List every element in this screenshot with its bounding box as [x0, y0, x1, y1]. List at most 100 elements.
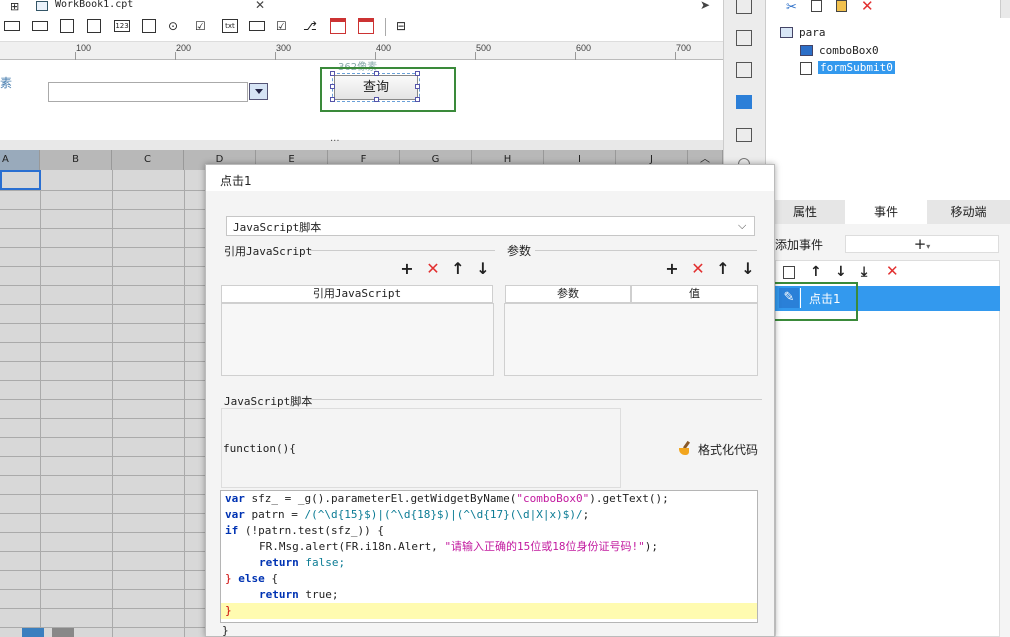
tree-widget-icon[interactable]: ⎇ — [303, 19, 319, 33]
parameter-pane: 素 362像素 查询 — [0, 60, 723, 140]
tree-item-formsubmit[interactable]: formSubmit0 — [818, 61, 895, 74]
right-toolstrip — [723, 0, 765, 170]
script-type-select[interactable]: JavaScript脚本 ⌵ — [226, 216, 755, 236]
combobox-icon[interactable] — [736, 95, 752, 109]
layout-icon[interactable] — [736, 0, 752, 14]
param-column-header[interactable]: 参数 — [505, 285, 631, 303]
combobox-dropdown-icon[interactable] — [249, 83, 268, 100]
code-text: ).getText(); — [589, 492, 669, 505]
tree-scrollbar[interactable] — [1000, 0, 1010, 18]
copy-event-icon[interactable] — [783, 266, 795, 279]
more-widgets-icon[interactable]: ⊟ — [396, 19, 412, 33]
add-event-button[interactable]: +▾ — [845, 235, 999, 253]
params-label: 参数 — [507, 244, 532, 258]
number-widget-icon[interactable]: 123 — [114, 20, 130, 32]
tab-attributes[interactable]: 属性 — [765, 200, 845, 224]
column-header[interactable]: C — [112, 150, 184, 170]
chevron-down-icon: ⌵ — [738, 219, 747, 232]
dialog-titlebar — [206, 165, 774, 191]
code-value: true; — [298, 588, 339, 601]
code-text: (!patrn.test(sfz_)) { — [238, 524, 384, 537]
param-down-icon[interactable]: ↓ — [740, 261, 756, 277]
move-down-icon[interactable]: ↓ — [835, 264, 847, 280]
move-bottom-icon[interactable]: ⤓ — [861, 264, 867, 280]
selected-cell[interactable] — [0, 170, 41, 190]
add-param-icon[interactable]: + — [664, 261, 680, 277]
grid-column-line — [112, 170, 113, 637]
code-text: FR.Msg.alert(FR.i18n.Alert, — [259, 540, 445, 553]
copy-icon[interactable] — [811, 0, 822, 12]
ref-js-table[interactable] — [221, 303, 494, 376]
format-code-button[interactable]: 格式化代码 — [698, 441, 758, 458]
combobox-tree-icon — [800, 45, 813, 56]
tab-mobile[interactable]: 移动端 — [927, 200, 1010, 224]
script-type-value: JavaScript脚本 — [233, 221, 322, 234]
cut-icon[interactable]: ✂ — [786, 0, 797, 15]
code-keyword: else — [238, 572, 265, 585]
tab-events[interactable]: 事件 — [845, 200, 927, 224]
param-table[interactable] — [504, 303, 758, 376]
label-widget-icon[interactable]: txt — [222, 19, 238, 33]
date-widget-icon[interactable] — [60, 19, 74, 33]
code-keyword: if — [225, 524, 239, 537]
code-string: "请输入正确的15位或18位身份证号码!" — [444, 540, 645, 553]
code-brace: } — [225, 604, 232, 617]
code-string: "comboBox0" — [516, 492, 590, 505]
grid-column-line — [40, 170, 41, 637]
delete-param-icon[interactable]: ✕ — [690, 261, 706, 277]
broom-icon[interactable] — [679, 440, 693, 456]
tree-root-label[interactable]: para — [799, 26, 826, 39]
calendar-icon[interactable] — [330, 18, 346, 34]
button-widget-icon[interactable] — [249, 21, 265, 31]
script-section-label: JavaScript脚本 — [224, 395, 313, 408]
value-column-header[interactable]: 值 — [631, 285, 758, 303]
checkbox-icon[interactable]: ☑ — [276, 19, 290, 33]
close-tab-icon[interactable]: ✕ — [255, 0, 265, 12]
calendar-range-icon[interactable] — [358, 18, 374, 34]
property-tabs: 属性 事件 移动端 — [765, 200, 1010, 224]
combobox-input[interactable] — [48, 82, 248, 102]
paste-icon[interactable] — [836, 0, 847, 12]
code-keyword: return — [259, 556, 299, 569]
checkbox-group-icon[interactable]: ☑ — [195, 19, 209, 33]
edit-icon[interactable]: ✎ — [779, 288, 799, 308]
delete-event-icon[interactable]: ✕ — [886, 262, 899, 280]
column-header[interactable]: A — [0, 150, 40, 170]
pane-splitter[interactable]: ··· — [0, 136, 723, 150]
ref-js-column-header[interactable]: 引用JavaScript — [221, 285, 493, 303]
radio-group-icon[interactable]: ⊙ — [168, 19, 182, 33]
textbox-widget-icon[interactable] — [4, 21, 20, 31]
ruler-label: 600 — [576, 43, 592, 53]
code-regex: /(^\d{15}$)|(^\d{18}$)|(^\d{17}(\d|X|x)$… — [304, 508, 583, 521]
text-area-widget-icon[interactable] — [142, 19, 156, 33]
chevron-icon[interactable]: ➤ — [700, 0, 710, 12]
toolbar-divider — [385, 18, 386, 36]
event-item-label[interactable]: 点击1 — [809, 290, 841, 307]
code-keyword: return — [259, 588, 299, 601]
ref-up-icon[interactable]: ↑ — [450, 261, 466, 277]
sheet-icon[interactable] — [22, 628, 44, 637]
sheet-icon-2[interactable] — [52, 628, 74, 637]
widget-lib-icon[interactable] — [736, 30, 752, 46]
code-text: ); — [644, 540, 659, 553]
tree-item-combobox[interactable]: comboBox0 — [819, 44, 879, 57]
frame-icon[interactable] — [736, 62, 752, 78]
ref-down-icon[interactable]: ↓ — [475, 261, 491, 277]
list-widget-icon[interactable] — [87, 19, 101, 33]
code-editor[interactable]: var sfz_ = _g().parameterEl.getWidgetByN… — [220, 490, 758, 623]
document-tab-title[interactable]: WorkBook1.cpt — [55, 0, 133, 10]
events-panel: 添加事件 +▾ ↑ ↓ ⤓ ✕ ✎ 点击1 — [765, 224, 1010, 637]
delete-ref-icon[interactable]: ✕ — [425, 261, 441, 277]
grid-icon[interactable]: ⊞ — [10, 0, 19, 13]
button-icon[interactable] — [736, 128, 752, 142]
code-text: ; — [582, 508, 590, 521]
delete-icon[interactable]: ✕ — [861, 0, 874, 15]
param-up-icon[interactable]: ↑ — [715, 261, 731, 277]
combobox-widget-icon[interactable] — [32, 21, 48, 31]
grid-column-line — [184, 170, 185, 637]
column-header[interactable]: B — [40, 150, 112, 170]
add-ref-icon[interactable]: + — [399, 261, 415, 277]
code-brace: } — [225, 572, 239, 585]
move-up-icon[interactable]: ↑ — [810, 264, 822, 280]
document-tab-bar: ⊞ WorkBook1.cpt ✕ ➤ — [0, 0, 723, 14]
